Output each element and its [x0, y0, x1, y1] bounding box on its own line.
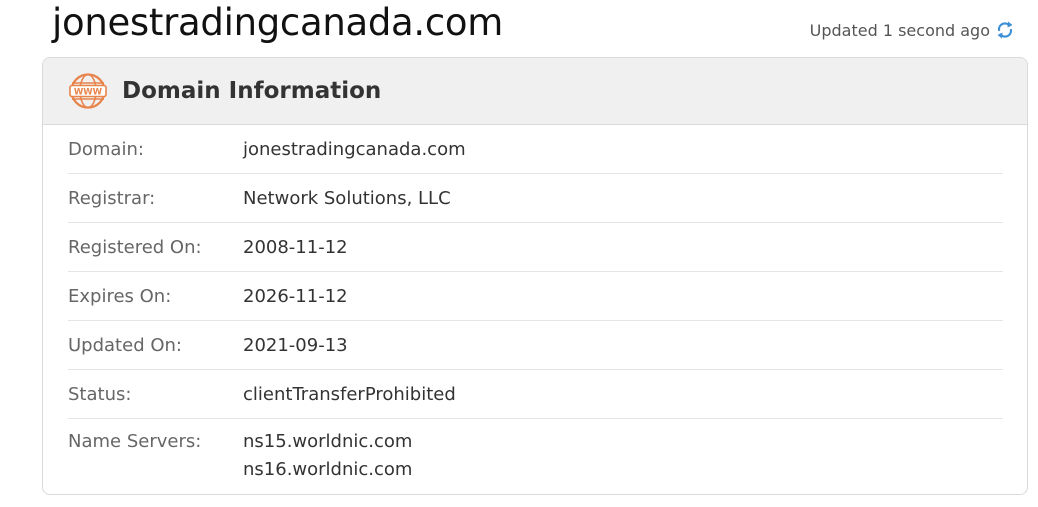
- row-label: Registered On:: [68, 236, 202, 258]
- info-row-status: Status: clientTransferProhibited: [68, 370, 1003, 419]
- row-value: 2026-11-12: [243, 285, 348, 307]
- row-value: Network Solutions, LLC: [243, 187, 451, 209]
- svg-text:WWW: WWW: [74, 87, 103, 97]
- refresh-icon[interactable]: [994, 19, 1016, 41]
- row-label: Updated On:: [68, 334, 182, 356]
- row-value: 2021-09-13: [243, 334, 348, 356]
- info-row-updated-on: Updated On: 2021-09-13: [68, 321, 1003, 370]
- row-value: 2008-11-12: [243, 236, 348, 258]
- row-value: clientTransferProhibited: [243, 383, 456, 405]
- row-label: Status:: [68, 383, 132, 405]
- row-label: Expires On:: [68, 285, 172, 307]
- www-icon: WWW: [69, 72, 107, 110]
- updated-status: Updated 1 second ago: [810, 19, 1016, 41]
- info-row-expires-on: Expires On: 2026-11-12: [68, 272, 1003, 321]
- name-server-item: ns16.worldnic.com: [243, 459, 413, 480]
- card-header: WWW Domain Information: [43, 58, 1027, 125]
- info-row-registered-on: Registered On: 2008-11-12: [68, 223, 1003, 272]
- row-label: Domain:: [68, 138, 144, 160]
- updated-text: Updated 1 second ago: [809, 20, 990, 40]
- info-row-name-servers: Name Servers: ns15.worldnic.com ns16.wor…: [68, 419, 1003, 484]
- domain-info-table: Domain: jonestradingcanada.com Registrar…: [68, 125, 1003, 484]
- row-label: Name Servers:: [68, 431, 202, 452]
- row-value: jonestradingcanada.com: [243, 138, 466, 160]
- name-server-list: ns15.worldnic.com ns16.worldnic.com: [243, 428, 412, 484]
- row-label: Registrar:: [68, 187, 156, 209]
- domain-information-card: WWW Domain Information Domain: jonestrad…: [42, 57, 1028, 495]
- info-row-domain: Domain: jonestradingcanada.com: [68, 125, 1003, 174]
- page-title: jonestradingcanada.com: [52, 1, 503, 44]
- info-row-registrar: Registrar: Network Solutions, LLC: [68, 174, 1003, 223]
- name-server-item: ns15.worldnic.com: [243, 431, 413, 452]
- card-title: Domain Information: [122, 78, 382, 104]
